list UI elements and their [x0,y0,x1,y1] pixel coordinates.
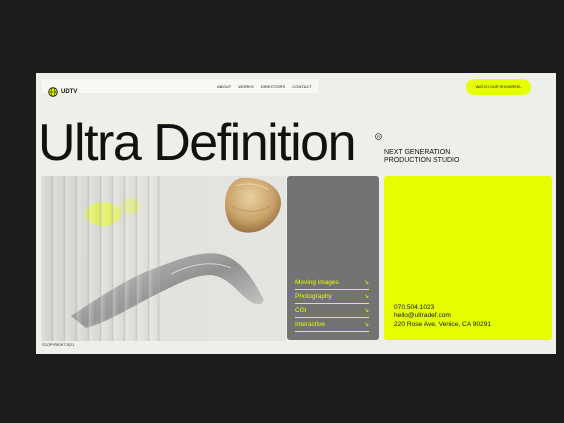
menu-item-interactive[interactable]: Interactive ↘ [295,318,369,332]
contact-phone[interactable]: 070.504.1023 [394,304,491,312]
contact-info: 070.504.1023 hello@ultradef.com 220 Rose… [394,304,491,329]
tagline-line-2: PRODUCTION STUDIO [384,157,460,164]
arrow-down-right-icon: ↘ [363,280,369,286]
nav-directors[interactable]: DIRECTORS [261,84,285,89]
tagline-line-1: NEXT GENERATION [384,149,451,156]
services-card: Moving images ↘ Photography ↘ CGI ↘ Inte… [287,176,379,340]
arrow-down-right-icon: ↘ [363,322,369,328]
menu-item-label: Interactive [295,321,325,328]
nav-contact[interactable]: CONTACT [292,84,312,89]
arrow-down-right-icon: ↘ [363,294,369,300]
nav-bar: UDTV ABOUT WORKS DIRECTORS CONTACT [42,79,318,97]
hero-title: Ultra Definition [38,114,357,172]
globe-icon [48,87,58,97]
tagline: NEXT GENERATION PRODUCTION STUDIO [384,149,494,165]
contact-email[interactable]: hello@ultradef.com [394,312,491,320]
showreel-button[interactable]: WATCH OUR SHOWREEL [466,79,531,95]
registered-icon: R [375,133,382,140]
menu-item-label: CGI [295,307,307,314]
svg-text:R: R [377,134,380,139]
contact-card: 070.504.1023 hello@ultradef.com 220 Rose… [384,176,552,340]
nav-links: ABOUT WORKS DIRECTORS CONTACT [217,79,312,93]
menu-item-label: Moving images [295,279,339,286]
menu-item-photography[interactable]: Photography ↘ [295,290,369,304]
landing-page: UDTV ABOUT WORKS DIRECTORS CONTACT WATCH… [36,73,556,354]
menu-item-moving-images[interactable]: Moving images ↘ [295,276,369,290]
arrow-down-right-icon: ↘ [363,308,369,314]
brand-name: UDTV [61,89,78,95]
nav-about[interactable]: ABOUT [217,84,231,89]
copyright-text: ©COPYRIGHT 2021 [42,343,75,347]
menu-item-label: Photography [295,293,332,300]
menu-item-cgi[interactable]: CGI ↘ [295,304,369,318]
contact-address: 220 Rose Ave, Venice, CA 90291 [394,320,492,328]
brand-logo[interactable]: UDTV [48,86,77,98]
hero-visual [41,176,286,341]
abstract-render-image [41,176,286,341]
services-menu: Moving images ↘ Photography ↘ CGI ↘ Inte… [295,276,369,332]
nav-works[interactable]: WORKS [238,84,254,89]
